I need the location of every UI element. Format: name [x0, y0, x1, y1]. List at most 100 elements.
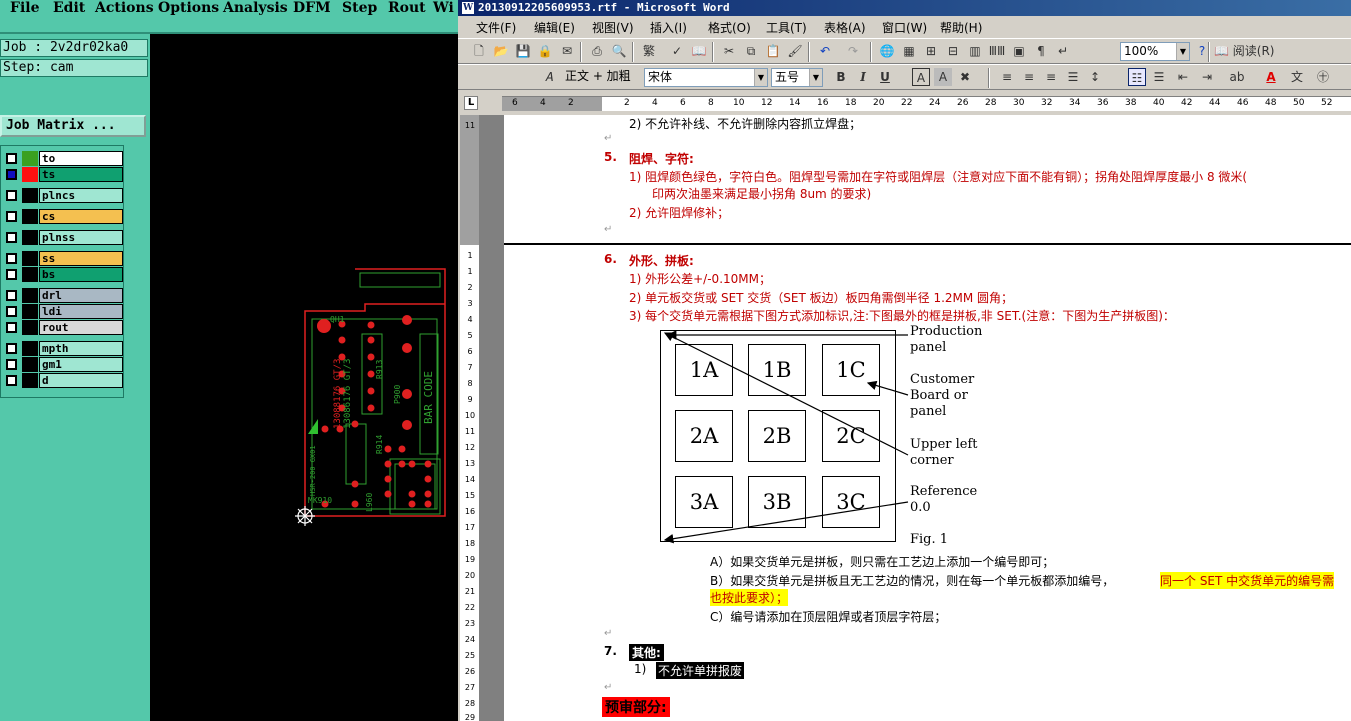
cam-menu-rout[interactable]: Rout [388, 0, 426, 16]
increase-indent-icon[interactable]: ⇥ [1198, 68, 1216, 86]
font-combo[interactable]: 宋体 ▼ [644, 68, 768, 87]
translate-icon[interactable]: 📖 [690, 42, 708, 60]
horizontal-ruler[interactable]: L 6 4 2 2 4 6 8 10 12 14 16 18 20 22 24 … [458, 91, 1351, 115]
layer-row-ldi[interactable]: ldi [3, 304, 123, 319]
menu-window[interactable]: 窗口(W) [882, 19, 927, 36]
hyperlink-icon[interactable]: 🌐 [878, 42, 896, 60]
show-marks-icon[interactable]: ↵ [1054, 42, 1072, 60]
char-shading-icon[interactable]: A [934, 68, 952, 86]
align-right-icon[interactable]: ≡ [1042, 68, 1060, 86]
phonetic-guide-icon[interactable]: 文 [1288, 68, 1306, 86]
open-folder-icon[interactable]: 📂 [492, 42, 510, 60]
vertical-ruler[interactable]: 11 1 1 2 3 4 5 6 7 8 9 10 11 12 13 14 15… [460, 115, 480, 721]
numbering-icon[interactable]: ☷ [1128, 68, 1146, 86]
layer-row-ss[interactable]: ss [3, 251, 123, 266]
layer-row-gm1[interactable]: gm1 [3, 357, 123, 372]
layer-checkbox[interactable] [6, 343, 17, 354]
cam-menu-edit[interactable]: Edit [53, 0, 85, 16]
layer-row-to[interactable]: to [3, 151, 123, 166]
layer-row-drl[interactable]: drl [3, 288, 123, 303]
align-left-icon[interactable]: ≡ [998, 68, 1016, 86]
menu-edit[interactable]: 编辑(E) [534, 19, 575, 36]
layer-checkbox[interactable] [6, 306, 17, 317]
save-icon[interactable]: 💾 [514, 42, 532, 60]
layer-row-rout[interactable]: rout [3, 320, 123, 335]
tab-selector-icon[interactable]: L [464, 96, 478, 110]
underline-icon[interactable]: U [876, 68, 894, 86]
layer-row-cs[interactable]: cs [3, 209, 123, 224]
drawing-icon[interactable]: ⅢⅢ [988, 42, 1006, 60]
size-combo[interactable]: 五号 ▼ [771, 68, 823, 87]
research-icon[interactable]: ✓ [668, 42, 686, 60]
menu-format[interactable]: 格式(O) [708, 19, 751, 36]
layer-checkbox[interactable] [6, 269, 17, 280]
layer-checkbox[interactable] [6, 153, 17, 164]
job-matrix-button[interactable]: Job Matrix ... [0, 115, 146, 137]
cut-icon[interactable]: ✂ [720, 42, 738, 60]
cam-menu-analysis[interactable]: Analysis [223, 0, 288, 16]
align-center-icon[interactable]: ≡ [1020, 68, 1038, 86]
layer-row-bs[interactable]: bs [3, 267, 123, 282]
ruler-track[interactable]: 6 4 2 2 4 6 8 10 12 14 16 18 20 22 24 26… [502, 96, 1351, 111]
layer-checkbox[interactable] [6, 375, 17, 386]
cam-menu-options[interactable]: Options [158, 0, 219, 16]
zoom-combo[interactable]: 100% ▼ [1120, 42, 1190, 61]
style-combo[interactable]: 正文 + 加粗 [562, 68, 642, 87]
layer-row-ts[interactable]: ts [3, 167, 123, 182]
italic-icon[interactable]: I [854, 68, 872, 86]
undo-icon[interactable]: ↶ [816, 42, 834, 60]
copy-icon[interactable]: ⧉ [742, 42, 760, 60]
show-hide-icon[interactable]: ¶ [1032, 42, 1050, 60]
char-scale-icon[interactable]: ✖ [956, 68, 974, 86]
cam-menu-file[interactable]: File [10, 0, 39, 16]
new-document-icon[interactable]: 🗋 [470, 42, 488, 60]
permission-icon[interactable]: 🔒 [536, 42, 554, 60]
layer-checkbox[interactable] [6, 322, 17, 333]
document-page[interactable]: 2) 不允许补线、不允许删除内容抓立焊盘； ↵ 5. 阻焊、字符: 1) 阻焊颜… [504, 115, 1351, 721]
cam-menu-window[interactable]: Wi [433, 0, 454, 16]
menu-table[interactable]: 表格(A) [824, 19, 866, 36]
columns-icon[interactable]: ▥ [966, 42, 984, 60]
layer-checkbox[interactable] [6, 359, 17, 370]
line-spacing-icon[interactable]: ↕ [1086, 68, 1104, 86]
bullets-icon[interactable]: ☰ [1150, 68, 1168, 86]
pcb-canvas[interactable]: QH1 R913 R914 MK910 L960 P900 13088176 G… [150, 34, 458, 721]
layer-row-mpth[interactable]: mpth [3, 341, 123, 356]
font-color-icon[interactable]: A [1262, 68, 1280, 86]
chevron-down-icon[interactable]: ▼ [754, 69, 767, 86]
format-painter-icon[interactable]: 🖌 [786, 42, 804, 60]
cam-menu-dfm[interactable]: DFM [293, 0, 331, 16]
chevron-down-icon[interactable]: ▼ [809, 69, 822, 86]
read-mode-button[interactable]: 📖 阅读(R) [1214, 42, 1284, 60]
layer-row-plncs[interactable]: plncs [3, 188, 123, 203]
layer-row-d[interactable]: d [3, 373, 123, 388]
redo-icon[interactable]: ↷ [844, 42, 862, 60]
menu-file[interactable]: 文件(F) [476, 19, 516, 36]
char-border-icon[interactable]: A [912, 68, 930, 86]
insert-table-icon[interactable]: ⊞ [922, 42, 940, 60]
print-icon[interactable]: ⎙ [588, 42, 606, 60]
layer-row-plnss[interactable]: plnss [3, 230, 123, 245]
title-bar[interactable]: W 20130912205609953.rtf - Microsoft Word [458, 0, 1351, 16]
bold-icon[interactable]: B [832, 68, 850, 86]
menu-tools[interactable]: 工具(T) [766, 19, 807, 36]
decrease-indent-icon[interactable]: ⇤ [1174, 68, 1192, 86]
styles-pane-icon[interactable]: 𝐴 [540, 68, 558, 86]
layer-checkbox[interactable] [6, 169, 17, 180]
tables-borders-icon[interactable]: ▦ [900, 42, 918, 60]
spelling-icon[interactable]: 繁 [640, 42, 658, 60]
paste-icon[interactable]: 📋 [764, 42, 782, 60]
insert-excel-icon[interactable]: ⊟ [944, 42, 962, 60]
print-preview-icon[interactable]: 🔍 [610, 42, 628, 60]
document-area[interactable]: 2) 不允许补线、不允许删除内容抓立焊盘； ↵ 5. 阻焊、字符: 1) 阻焊颜… [480, 115, 1351, 721]
cam-menu-step[interactable]: Step [342, 0, 377, 16]
layer-checkbox[interactable] [6, 253, 17, 264]
enclose-char-icon[interactable]: ㊉ [1314, 68, 1332, 86]
chevron-down-icon[interactable]: ▼ [1176, 43, 1189, 60]
email-icon[interactable]: ✉ [558, 42, 576, 60]
layer-checkbox[interactable] [6, 290, 17, 301]
document-map-icon[interactable]: ▣ [1010, 42, 1028, 60]
menu-insert[interactable]: 插入(I) [650, 19, 687, 36]
layer-checkbox[interactable] [6, 190, 17, 201]
cam-menu-actions[interactable]: Actions [95, 0, 154, 16]
